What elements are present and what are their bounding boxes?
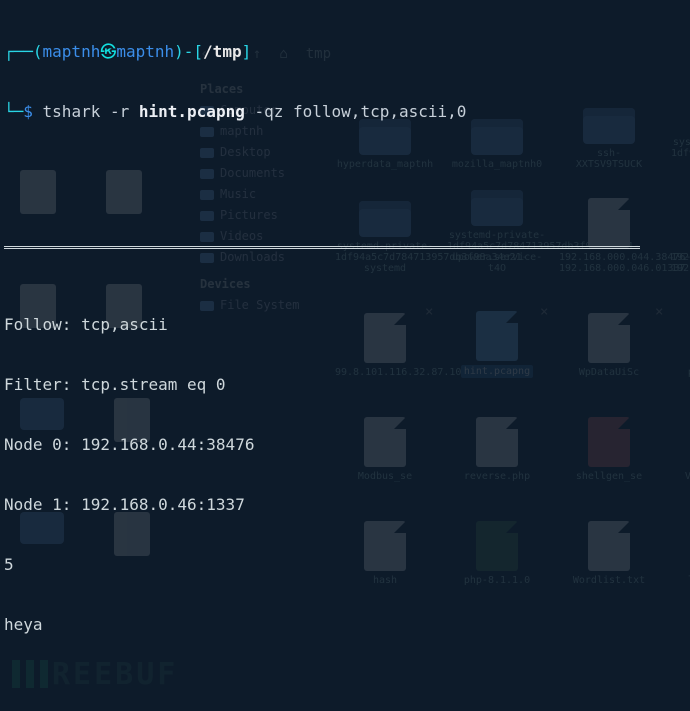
blank-line [4,182,686,202]
prompt-close: ] [242,42,252,61]
prompt-mid: )-[ [174,42,203,61]
prompt-open: ┌──( [4,42,43,61]
prompt-line-2: └─$ tshark -r hint.pcapng -qz follow,tcp… [4,102,686,122]
prompt-l2-prefix: └─ [4,102,23,121]
prompt-user: maptnh [43,42,101,61]
out-node0: Node 0: 192.168.0.44:38476 [4,435,686,455]
out-filter: Filter: tcp.stream eq 0 [4,375,686,395]
out-follow: Follow: tcp,ascii [4,315,686,335]
out-node1: Node 1: 192.168.0.46:1337 [4,495,686,515]
skull-icon: ㉿ [100,42,116,61]
prompt-host: maptnh [116,42,174,61]
out-len: 5 [4,555,686,575]
terminal[interactable]: ┌──(maptnh㉿maptnh)-[/tmp] └─$ tshark -r … [0,0,690,711]
prompt-cwd: /tmp [203,42,242,61]
cmd-part-1: tshark -r [33,102,139,121]
cmd-filename: hint.pcapng [139,102,245,121]
prompt-sigil: $ [23,102,33,121]
out-msg: heya [4,615,686,635]
cmd-part-3: -qz follow,tcp,ascii,0 [245,102,467,121]
prompt-line-1: ┌──(maptnh㉿maptnh)-[/tmp] [4,42,686,62]
divider-top [4,246,640,249]
